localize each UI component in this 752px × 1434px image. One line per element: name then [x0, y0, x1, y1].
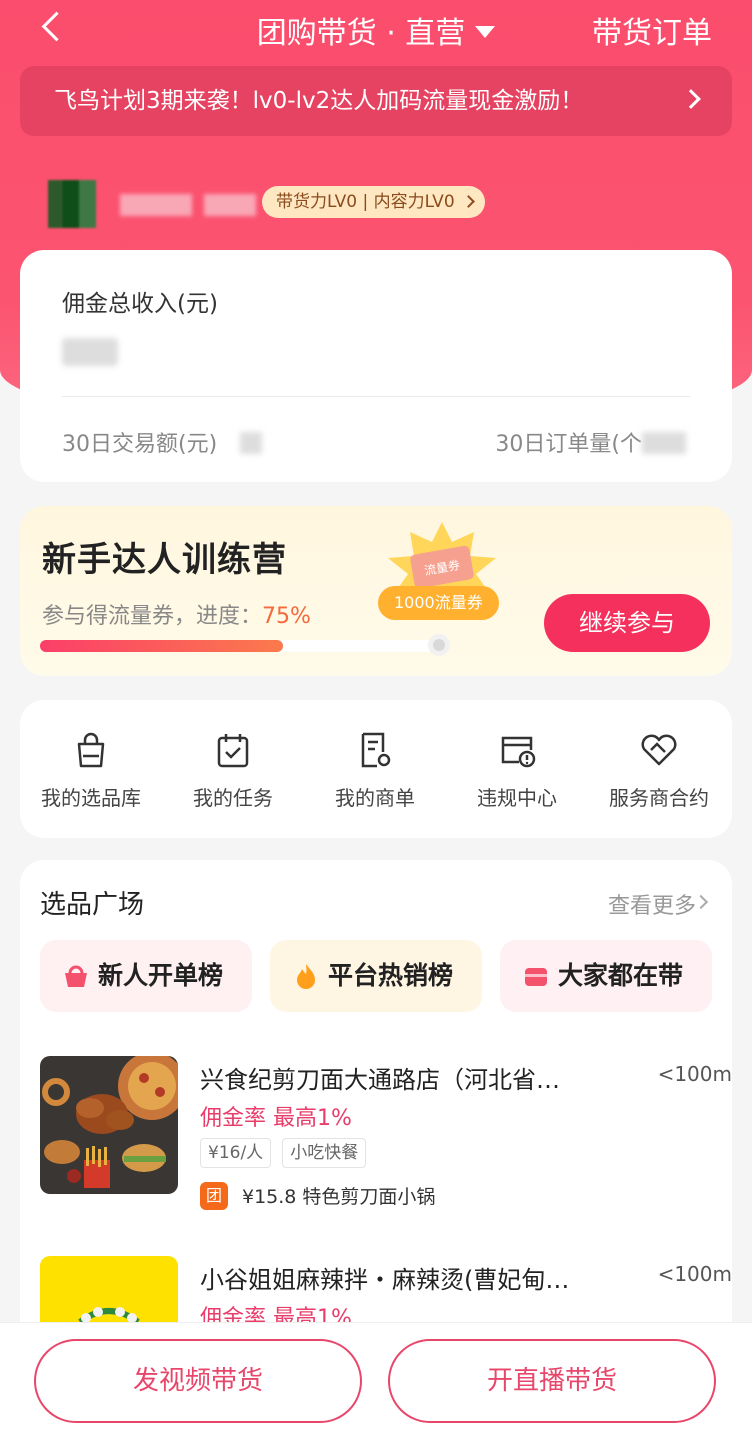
- fire-icon: [297, 964, 315, 989]
- shop-thumbnail: [40, 1056, 178, 1194]
- rank-platform-hot[interactable]: 平台热销榜: [270, 940, 482, 1012]
- commission-rate: 佣金率 最高1%: [200, 1106, 352, 1131]
- progress-milestone-dot: [428, 634, 450, 656]
- shop-card[interactable]: 兴食纪剪刀面大通路店（河北省… <100m 佣金率 最高1% ¥16/人 小吃快…: [40, 1056, 732, 1216]
- group-buy-icon: 团: [200, 1182, 228, 1210]
- chevron-right-icon: [681, 89, 701, 109]
- caret-down-icon: [475, 26, 496, 38]
- market-title: 选品广场: [40, 890, 145, 920]
- top-bar: 团购带货 · 直营 带货订单: [0, 0, 752, 56]
- continue-button[interactable]: 继续参与: [544, 594, 710, 652]
- orders-30d-label: 30日订单量(个: [495, 432, 642, 457]
- progress-percent: 75%: [262, 604, 311, 629]
- deal-text: ¥15.8 特色剪刀面小锅: [242, 1186, 436, 1208]
- tool-label: 我的商单: [335, 786, 415, 810]
- document-gear-icon: [361, 732, 391, 768]
- shop-tags: ¥16/人 小吃快餐: [200, 1138, 372, 1168]
- shop-name: 小谷姐姐麻辣拌・麻辣烫(曹妃甸…: [200, 1266, 570, 1294]
- tool-my-orders[interactable]: 我的商单: [304, 700, 446, 838]
- chevron-right-icon: [693, 894, 709, 910]
- orders-link[interactable]: 带货订单: [592, 8, 712, 52]
- total-commission-value-blurred: [62, 338, 118, 366]
- warning-card-icon: [501, 736, 536, 768]
- total-commission-label: 佣金总收入(元): [62, 291, 218, 317]
- rank-label: 平台热销榜: [328, 961, 454, 990]
- handshake-heart-icon: [641, 734, 677, 766]
- tool-label: 我的任务: [193, 786, 273, 810]
- tool-label: 我的选品库: [41, 786, 141, 810]
- training-camp-card[interactable]: 新手达人训练营 参与得流量券，进度：75% 流量券 1000流量券 继续参与: [20, 506, 732, 676]
- calendar-check-icon: [217, 734, 249, 768]
- reward-bubble: 1000流量券: [378, 586, 499, 620]
- bottom-action-bar: 发视频带货 开直播带货: [0, 1322, 752, 1434]
- level-badge[interactable]: 带货力LV0 | 内容力LV0: [262, 186, 485, 218]
- page-title: 团购带货 · 直营: [256, 16, 466, 51]
- tool-violation-center[interactable]: 违规中心: [446, 700, 588, 838]
- username-blurred: [120, 194, 192, 216]
- gmv-30d-value-blurred: [240, 432, 262, 454]
- shop-distance: <100m: [657, 1262, 732, 1286]
- tools-grid: 我的选品库 我的任务 我的商单 违规中心 服务商合约: [20, 700, 732, 838]
- progress-track: [40, 640, 440, 652]
- shop-name: 兴食纪剪刀面大通路店（河北省…: [200, 1066, 560, 1094]
- see-more-link[interactable]: 查看更多: [608, 888, 696, 920]
- tool-my-tasks[interactable]: 我的任务: [162, 700, 304, 838]
- tool-label: 违规中心: [477, 786, 557, 810]
- camp-title: 新手达人训练营: [42, 540, 287, 580]
- rank-label: 新人开单榜: [98, 961, 224, 990]
- price-tag: ¥16/人: [200, 1138, 272, 1168]
- basket-icon: [65, 965, 87, 987]
- divider: [62, 396, 690, 397]
- tool-label: 服务商合约: [609, 786, 709, 810]
- orders-30d-value-blurred: [642, 432, 686, 454]
- shop-distance: <100m: [657, 1062, 732, 1086]
- chevron-right-icon: [461, 195, 475, 208]
- user-info: 带货力LV0 | 内容力LV0: [48, 180, 748, 228]
- rank-label: 大家都在带: [558, 961, 684, 990]
- user-id-blurred: [204, 194, 256, 216]
- rank-new-orders[interactable]: 新人开单榜: [40, 940, 252, 1012]
- avatar[interactable]: [48, 180, 96, 228]
- tool-product-library[interactable]: 我的选品库: [20, 700, 162, 838]
- progress-fill: [40, 640, 283, 652]
- category-tag: 小吃快餐: [282, 1138, 367, 1168]
- earnings-card[interactable]: 佣金总收入(元) 30日交易额(元) 30日订单量(个: [20, 250, 732, 482]
- bag-icon: [77, 732, 105, 768]
- group-deal: 团 ¥15.8 特色剪刀面小锅: [200, 1182, 435, 1212]
- post-video-button[interactable]: 发视频带货: [34, 1339, 362, 1423]
- camp-subtitle: 参与得流量券，进度：75%: [42, 604, 311, 629]
- announcement-text: 飞鸟计划3期来袭！lv0-lv2达人加码流量现金激励！: [54, 88, 584, 114]
- announcement-banner[interactable]: 飞鸟计划3期来袭！lv0-lv2达人加码流量现金激励！: [20, 66, 732, 136]
- start-live-button[interactable]: 开直播带货: [388, 1339, 716, 1423]
- tool-provider-contract[interactable]: 服务商合约: [588, 700, 730, 838]
- box-icon: [525, 968, 547, 986]
- gmv-30d-label: 30日交易额(元): [62, 432, 218, 457]
- level-badge-text: 带货力LV0 | 内容力LV0: [276, 192, 455, 212]
- rank-everyone-selling[interactable]: 大家都在带: [500, 940, 712, 1012]
